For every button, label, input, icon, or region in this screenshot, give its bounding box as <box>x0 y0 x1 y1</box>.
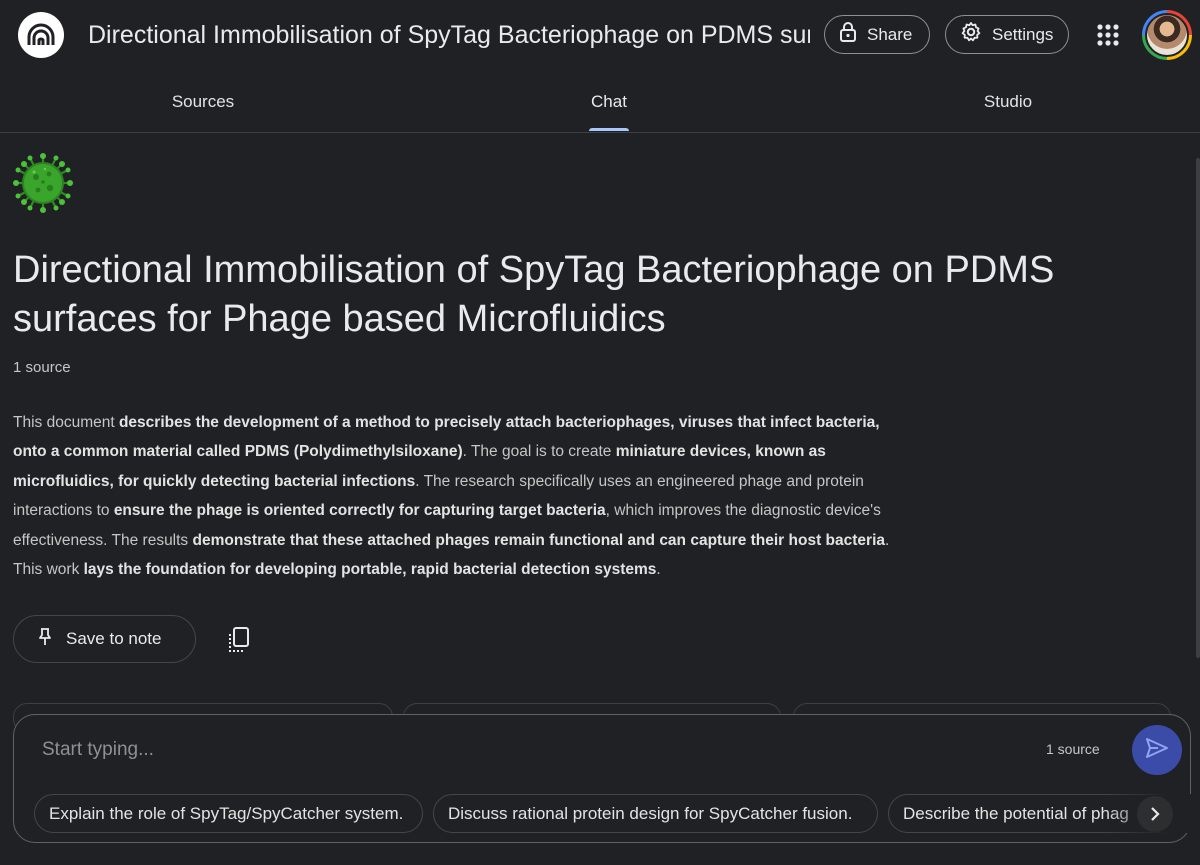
suggestion-chip[interactable]: Discuss rational protein design for SpyC… <box>433 794 878 833</box>
chevron-right-icon[interactable] <box>1137 796 1173 832</box>
virus-icon <box>12 152 74 214</box>
tab-sources[interactable]: Sources <box>143 72 263 132</box>
source-count: 1 source <box>13 359 71 376</box>
lock-icon <box>839 21 857 48</box>
notebook-title[interactable]: Directional Immobilisation of SpyTag Bac… <box>88 19 810 51</box>
tab-chat[interactable]: Chat <box>569 72 649 132</box>
tab-studio[interactable]: Studio <box>948 72 1068 132</box>
save-to-note-button[interactable]: Save to note <box>13 615 196 663</box>
send-button[interactable] <box>1132 725 1182 775</box>
scrollbar[interactable] <box>1196 158 1200 658</box>
summary-segment: . The goal is to create <box>462 443 616 461</box>
summary-highlight: demonstrate that these attached phages r… <box>192 531 886 549</box>
notebooklm-logo-icon[interactable] <box>18 12 64 58</box>
save-to-note-label: Save to note <box>66 629 162 648</box>
apps-grid-icon[interactable] <box>1095 22 1121 48</box>
copy-icon[interactable] <box>226 626 252 654</box>
chat-composer: 1 source Explain the role of SpyTag/SpyC… <box>13 714 1194 843</box>
summary-highlight: lays the foundation for developing porta… <box>83 561 657 579</box>
notebook-heading: Directional Immobilisation of SpyTag Bac… <box>13 249 1055 340</box>
top-bar: Directional Immobilisation of SpyTag Bac… <box>0 0 1200 72</box>
chat-source-count: 1 source <box>1046 741 1100 757</box>
active-tab-indicator <box>589 128 629 131</box>
summary-segment: . <box>656 561 661 579</box>
share-label: Share <box>867 24 913 44</box>
settings-label: Settings <box>992 24 1054 44</box>
pin-icon <box>38 627 52 652</box>
summary-segment: This document <box>13 414 119 431</box>
send-icon <box>1145 737 1169 764</box>
notebook-summary: This document describes the development … <box>13 408 898 584</box>
avatar-image <box>1145 13 1189 57</box>
main-tabs: Sources Chat Studio <box>0 72 1200 133</box>
user-avatar[interactable] <box>1142 10 1192 60</box>
share-button[interactable]: Share <box>824 15 930 54</box>
gear-icon <box>960 21 982 48</box>
settings-button[interactable]: Settings <box>945 15 1069 54</box>
suggestion-chip[interactable]: Explain the role of SpyTag/SpyCatcher sy… <box>34 794 423 833</box>
summary-highlight: ensure the phage is oriented correctly f… <box>113 502 606 520</box>
chat-input[interactable] <box>42 735 1002 765</box>
